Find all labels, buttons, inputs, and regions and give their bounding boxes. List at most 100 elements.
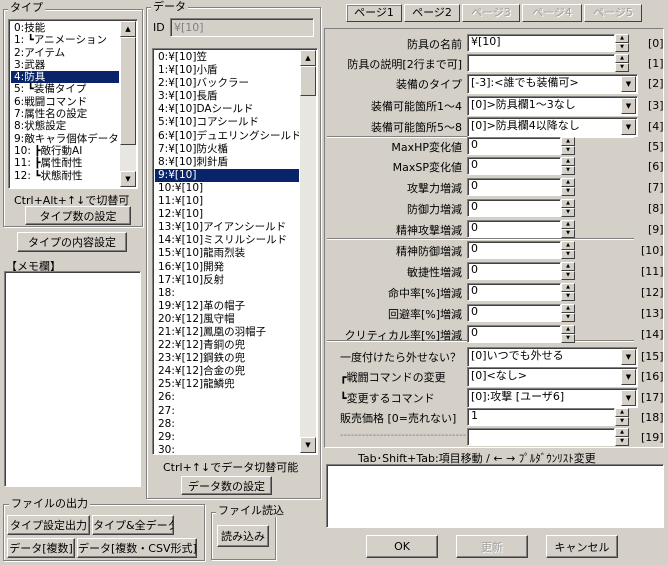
spin-up-icon[interactable]: ▲: [561, 241, 575, 250]
list-item[interactable]: 19:¥[12]革の帽子: [155, 300, 299, 313]
list-item[interactable]: 6:¥[10]デュエリングシールド: [155, 130, 299, 143]
list-item[interactable]: 30:: [155, 444, 299, 454]
tab-page-4[interactable]: ページ4: [522, 4, 582, 22]
list-item[interactable]: 3:¥[10]長盾: [155, 90, 299, 103]
type-count-button[interactable]: タイプ数の設定: [25, 206, 131, 225]
list-item[interactable]: 14:¥[10]ミスリルシールド: [155, 234, 299, 247]
list-item[interactable]: 26:: [155, 391, 299, 404]
list-item[interactable]: 11: ┣属性耐性: [11, 157, 119, 169]
attack-change-spinner[interactable]: ▲ ▼: [561, 178, 575, 196]
spin-down-icon[interactable]: ▼: [615, 43, 629, 52]
sell-price-input[interactable]: 1: [467, 408, 615, 426]
data-multi-button[interactable]: データ[複数]: [7, 538, 75, 558]
chevron-down-icon[interactable]: ▼: [621, 369, 636, 385]
list-item[interactable]: 12:¥[10]: [155, 208, 299, 221]
spin-down-icon[interactable]: ▼: [561, 146, 575, 155]
read-button[interactable]: 読み込み: [217, 525, 269, 547]
spin-up-icon[interactable]: ▲: [561, 220, 575, 229]
type-content-button[interactable]: タイプの内容設定: [17, 232, 127, 252]
list-item[interactable]: 4:¥[10]DAシールド: [155, 103, 299, 116]
maxhp-change-spinner[interactable]: ▲ ▼: [561, 137, 575, 155]
defense-change-input[interactable]: 0: [467, 199, 561, 217]
list-item[interactable]: 7:属性名の設定: [11, 108, 119, 120]
list-item[interactable]: 15:¥[10]龍雨烈装: [155, 247, 299, 260]
list-item[interactable]: 10: ┣敵行動AI: [11, 145, 119, 157]
list-item[interactable]: 22:¥[12]青銅の兜: [155, 339, 299, 352]
agility-change-spinner[interactable]: ▲ ▼: [561, 262, 575, 280]
list-item[interactable]: 5: ┗装備タイプ: [11, 83, 119, 95]
scroll-up-icon[interactable]: ▲: [120, 21, 136, 37]
spin-down-icon[interactable]: ▼: [561, 208, 575, 217]
spin-up-icon[interactable]: ▲: [561, 262, 575, 271]
list-item[interactable]: 2:アイテム: [11, 47, 119, 59]
defense-change-spinner[interactable]: ▲ ▼: [561, 199, 575, 217]
scroll-down-icon[interactable]: ▼: [300, 437, 316, 453]
mental-defense-change-spinner[interactable]: ▲ ▼: [561, 241, 575, 259]
scroll-down-icon[interactable]: ▼: [120, 171, 136, 187]
spin-up-icon[interactable]: ▲: [561, 304, 575, 313]
list-item[interactable]: 28:: [155, 418, 299, 431]
spin-up-icon[interactable]: ▲: [615, 54, 629, 63]
list-item[interactable]: 3:武器: [11, 59, 119, 71]
hit-rate-change-spinner[interactable]: ▲ ▼: [561, 283, 575, 301]
spin-down-icon[interactable]: ▼: [615, 437, 629, 446]
scroll-thumb[interactable]: [120, 37, 136, 145]
tab-page-3[interactable]: ページ3: [462, 4, 520, 22]
equip-slot-1-4-select[interactable]: [0]>防具欄1～3なし ▼: [467, 96, 638, 116]
evasion-change-input[interactable]: 0: [467, 304, 561, 322]
mental-attack-change-spinner[interactable]: ▲ ▼: [561, 220, 575, 238]
spin-down-icon[interactable]: ▼: [561, 187, 575, 196]
spin-down-icon[interactable]: ▼: [615, 63, 629, 72]
list-item[interactable]: 17:¥[10]反射: [155, 274, 299, 287]
spin-down-icon[interactable]: ▼: [561, 313, 575, 322]
spin-down-icon[interactable]: ▼: [561, 334, 575, 343]
list-item[interactable]: 0:¥[10]笠: [155, 51, 299, 64]
data-count-button[interactable]: データ数の設定: [181, 476, 272, 495]
spin-down-icon[interactable]: ▼: [561, 292, 575, 301]
maxhp-change-input[interactable]: 0: [467, 137, 561, 155]
hit-rate-change-input[interactable]: 0: [467, 283, 561, 301]
spin-down-icon[interactable]: ▼: [561, 250, 575, 259]
list-item[interactable]: 16:¥[10]開発: [155, 261, 299, 274]
spin-up-icon[interactable]: ▲: [561, 199, 575, 208]
agility-change-input[interactable]: 0: [467, 262, 561, 280]
chevron-down-icon[interactable]: ▼: [621, 76, 636, 92]
list-item[interactable]: 21:¥[12]鳳凰の羽帽子: [155, 326, 299, 339]
command-to-change-select[interactable]: [0]:攻撃 [ユーザ6] ▼: [467, 388, 638, 408]
chevron-down-icon[interactable]: ▼: [621, 349, 636, 365]
evasion-change-spinner[interactable]: ▲ ▼: [561, 304, 575, 322]
equip-slot-5-8-select[interactable]: [0]>防具欄4以降なし ▼: [467, 117, 638, 137]
sell-price-spinner[interactable]: ▲ ▼: [615, 408, 629, 426]
spin-up-icon[interactable]: ▲: [561, 157, 575, 166]
spin-down-icon[interactable]: ▼: [615, 417, 629, 426]
tab-page-1[interactable]: ページ1: [346, 4, 402, 22]
mental-defense-change-input[interactable]: 0: [467, 241, 561, 259]
data-multi-csv-button[interactable]: データ[複数・CSV形式]: [77, 538, 197, 558]
chevron-down-icon[interactable]: ▼: [621, 390, 636, 406]
type-list[interactable]: 0:技能 1: ┗アニメーション 2:アイテム 3:武器 4:防具 5: ┗装備タイプ 6:…: [8, 19, 138, 189]
list-item[interactable]: 1: ┗アニメーション: [11, 34, 119, 46]
list-item[interactable]: 18:: [155, 287, 299, 300]
chevron-down-icon[interactable]: ▼: [621, 98, 636, 114]
spin-up-icon[interactable]: ▲: [561, 137, 575, 146]
spin-up-icon[interactable]: ▲: [561, 178, 575, 187]
list-item[interactable]: 8:状態設定: [11, 120, 119, 132]
memo-textarea[interactable]: [4, 271, 141, 487]
list-item[interactable]: 7:¥[10]防火楯: [155, 143, 299, 156]
list-item[interactable]: 9:敵キャラ個体データ: [11, 133, 119, 145]
list-item[interactable]: 9:¥[10]: [155, 168, 299, 182]
armor-description-spinner[interactable]: ▲ ▼: [615, 54, 629, 72]
list-item[interactable]: 4:防具: [11, 71, 119, 84]
spin-down-icon[interactable]: ▼: [561, 166, 575, 175]
extra-field-spinner[interactable]: ▲ ▼: [615, 428, 629, 446]
list-item[interactable]: 29:: [155, 431, 299, 444]
list-item[interactable]: 10:¥[10]: [155, 182, 299, 195]
data-list[interactable]: 0:¥[10]笠 1:¥[10]小盾 2:¥[10]バックラー 3:¥[10]長盾 4:…: [152, 48, 318, 455]
list-item[interactable]: 23:¥[12]鋼鉄の兜: [155, 352, 299, 365]
list-item[interactable]: 0:技能: [11, 22, 119, 34]
critical-rate-change-spinner[interactable]: ▲ ▼: [561, 325, 575, 343]
list-item[interactable]: 5:¥[10]コアシールド: [155, 116, 299, 129]
cannot-remove-select[interactable]: [0]いつでも外せる ▼: [467, 347, 638, 367]
spin-down-icon[interactable]: ▼: [561, 229, 575, 238]
list-item[interactable]: 13:¥[10]アイアンシールド: [155, 221, 299, 234]
